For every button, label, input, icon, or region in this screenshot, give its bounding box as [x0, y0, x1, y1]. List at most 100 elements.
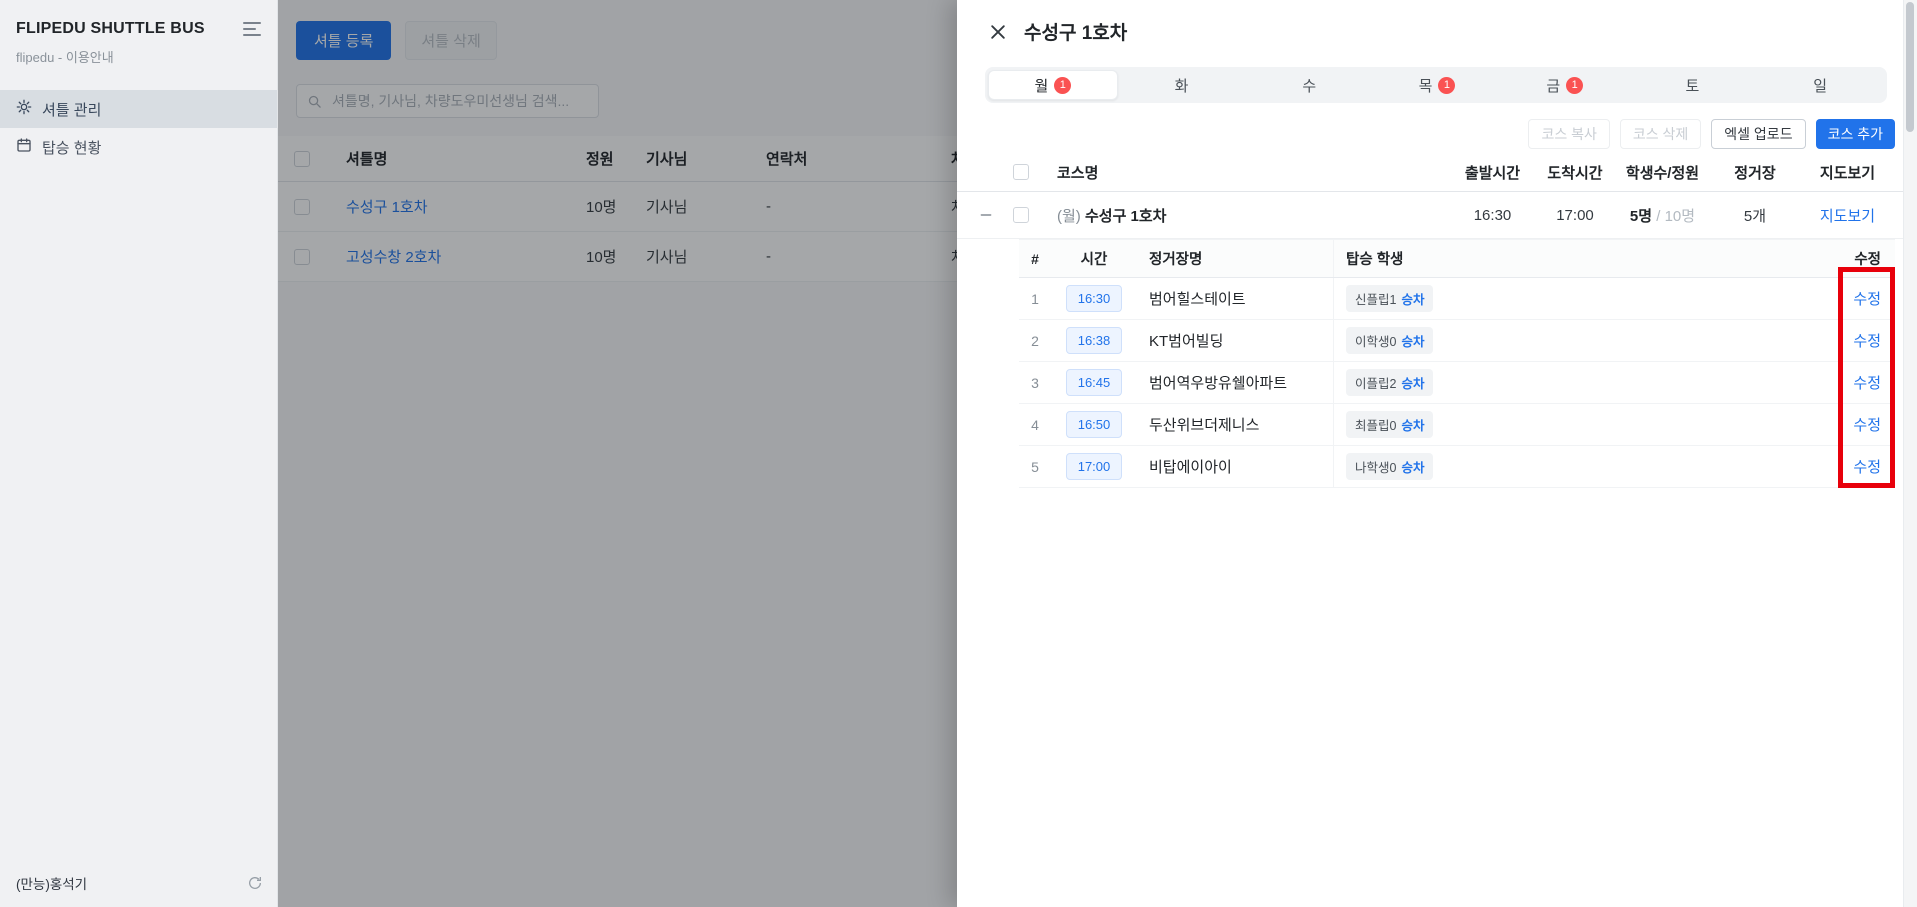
day-label: 수	[1302, 77, 1317, 95]
stop-row: 3 16:45 범어역우방유쉘아파트 이플립2 승차 수정	[1019, 362, 1895, 404]
student-chip: 나학생0 승차	[1346, 453, 1434, 480]
student-chip: 최플립0 승차	[1346, 411, 1434, 438]
app-title: FLIPEDU SHUTTLE BUS	[16, 20, 205, 37]
tab-thursday[interactable]: 목 1	[1373, 70, 1501, 100]
stop-table: # 시간 정거장명 탑승 학생 수정 1 16:30 범어힐스테이트 신플립1 승…	[1019, 239, 1895, 488]
stop-index: 3	[1031, 374, 1039, 391]
student-chip: 이플립2 승차	[1346, 369, 1434, 396]
column-header-boarding-students: 탑승 학생	[1333, 240, 1829, 277]
course-capacity: / 10명	[1652, 207, 1696, 225]
edit-link[interactable]: 수정	[1853, 330, 1881, 351]
calendar-icon	[16, 137, 32, 157]
board-label: 승차	[1401, 419, 1425, 433]
day-label: 토	[1685, 77, 1700, 95]
stop-time-chip: 17:00	[1066, 453, 1122, 480]
stop-row: 5 17:00 비탑에이아이 나학생0 승차 수정	[1019, 446, 1895, 488]
course-table-header: 코스명 출발시간 도착시간 학생수/정원 정거장 지도보기	[957, 153, 1917, 192]
stop-time-chip: 16:30	[1066, 285, 1122, 312]
board-label: 승차	[1401, 293, 1425, 307]
stop-time-chip: 16:50	[1066, 411, 1122, 438]
student-chip: 이학생0 승차	[1346, 327, 1434, 354]
course-checkbox[interactable]	[1013, 207, 1029, 223]
day-count-badge: 1	[1054, 76, 1072, 94]
app-subtitle: flipedu - 이용안내	[16, 50, 114, 65]
stop-time-chip: 16:38	[1066, 327, 1122, 354]
tab-tuesday[interactable]: 화	[1118, 70, 1246, 100]
day-count-badge: 1	[1438, 76, 1456, 94]
sidebar: FLIPEDU SHUTTLE BUS flipedu - 이용안내 셔틀 관리…	[0, 0, 278, 907]
edit-link[interactable]: 수정	[1853, 372, 1881, 393]
edit-link[interactable]: 수정	[1853, 456, 1881, 477]
column-header-stop-count: 정거장	[1734, 164, 1776, 182]
tab-sunday[interactable]: 일	[1756, 70, 1884, 100]
tab-wednesday[interactable]: 수	[1245, 70, 1373, 100]
collapse-icon[interactable]	[977, 206, 995, 224]
edit-link[interactable]: 수정	[1853, 288, 1881, 309]
student-name: 신플립1	[1355, 293, 1397, 307]
drawer-title: 수성구 1호차	[1024, 23, 1128, 44]
course-name: 수성구 1호차	[1084, 207, 1167, 225]
stop-index: 2	[1031, 332, 1039, 349]
stop-index: 1	[1031, 290, 1039, 307]
column-header-student-capacity: 학생수/정원	[1625, 164, 1700, 182]
stop-row: 1 16:30 범어힐스테이트 신플립1 승차 수정	[1019, 278, 1895, 320]
day-label: 금	[1546, 77, 1561, 95]
course-row: (월) 수성구 1호차 16:30 17:00 5명 / 10명 5개 지도보기	[957, 192, 1917, 239]
tab-friday[interactable]: 금 1	[1501, 70, 1629, 100]
stop-index: 4	[1031, 416, 1039, 433]
course-delete-button[interactable]: 코스 삭제	[1619, 119, 1702, 149]
day-tabs: 월 1 화 수 목 1 금 1 토 일	[985, 67, 1887, 103]
drawer-header: 수성구 1호차	[957, 0, 1917, 45]
course-student-count: 5명	[1629, 207, 1653, 225]
sidebar-nav: 셔틀 관리 탑승 현황	[0, 90, 277, 166]
stop-name: KT범어빌딩	[1149, 333, 1224, 350]
day-label: 일	[1813, 77, 1828, 95]
day-label: 월	[1034, 77, 1049, 95]
column-header-edit: 수정	[1854, 252, 1881, 268]
column-header-course-name: 코스명	[1057, 164, 1099, 182]
tab-saturday[interactable]: 토	[1629, 70, 1757, 100]
student-chip: 신플립1 승차	[1346, 285, 1434, 312]
sidebar-item-shuttle-management[interactable]: 셔틀 관리	[0, 90, 277, 128]
map-view-link[interactable]: 지도보기	[1820, 208, 1875, 225]
stop-name: 범어역우방유쉘아파트	[1149, 375, 1288, 392]
day-count-badge: 1	[1566, 76, 1584, 94]
student-name: 나학생0	[1355, 461, 1397, 475]
stop-name: 두산위브더제니스	[1149, 417, 1260, 434]
course-copy-button[interactable]: 코스 복사	[1528, 119, 1610, 149]
tab-monday[interactable]: 월 1	[988, 70, 1118, 100]
shuttle-detail-drawer: 수성구 1호차 월 1 화 수 목 1 금 1 토 일 코스 복사 코스 삭제 …	[957, 0, 1917, 907]
column-header-index: #	[1031, 250, 1039, 267]
course-day-prefix: (월)	[1057, 207, 1081, 225]
user-name: (만능)홍석기	[16, 877, 88, 892]
column-header-stop-name: 정거장명	[1149, 252, 1203, 268]
refresh-icon[interactable]	[247, 875, 263, 891]
gear-icon	[16, 99, 32, 119]
sidebar-toggle-icon[interactable]	[243, 22, 261, 36]
excel-upload-button[interactable]: 엑셀 업로드	[1711, 119, 1806, 149]
student-name: 이플립2	[1355, 377, 1397, 391]
stop-table-header: # 시간 정거장명 탑승 학생 수정	[1019, 239, 1895, 278]
close-icon[interactable]	[987, 21, 1009, 43]
course-stop-count: 5개	[1743, 207, 1767, 225]
sidebar-item-boarding-status[interactable]: 탑승 현황	[0, 128, 277, 166]
stop-row: 4 16:50 두산위브더제니스 최플립0 승차 수정	[1019, 404, 1895, 446]
course-add-button[interactable]: 코스 추가	[1815, 119, 1895, 149]
board-label: 승차	[1401, 335, 1425, 349]
course-arrive-time: 17:00	[1556, 206, 1594, 224]
course-select-all-checkbox[interactable]	[1013, 164, 1029, 180]
edit-link[interactable]: 수정	[1853, 414, 1881, 435]
scrollbar-thumb[interactable]	[1906, 2, 1914, 132]
student-name: 이학생0	[1355, 335, 1397, 349]
stop-row: 2 16:38 KT범어빌딩 이학생0 승차 수정	[1019, 320, 1895, 362]
board-label: 승차	[1401, 377, 1425, 391]
column-header-arrive-time: 도착시간	[1547, 164, 1603, 182]
stop-name: 비탑에이아이	[1149, 459, 1232, 476]
stop-index: 5	[1031, 458, 1039, 475]
day-label: 화	[1174, 77, 1189, 95]
drawer-scrollbar	[1903, 0, 1917, 907]
sidebar-header: FLIPEDU SHUTTLE BUS flipedu - 이용안내	[0, 0, 277, 66]
student-name: 최플립0	[1355, 419, 1397, 433]
sidebar-footer: (만능)홍석기	[16, 873, 263, 893]
stop-time-chip: 16:45	[1066, 369, 1122, 396]
